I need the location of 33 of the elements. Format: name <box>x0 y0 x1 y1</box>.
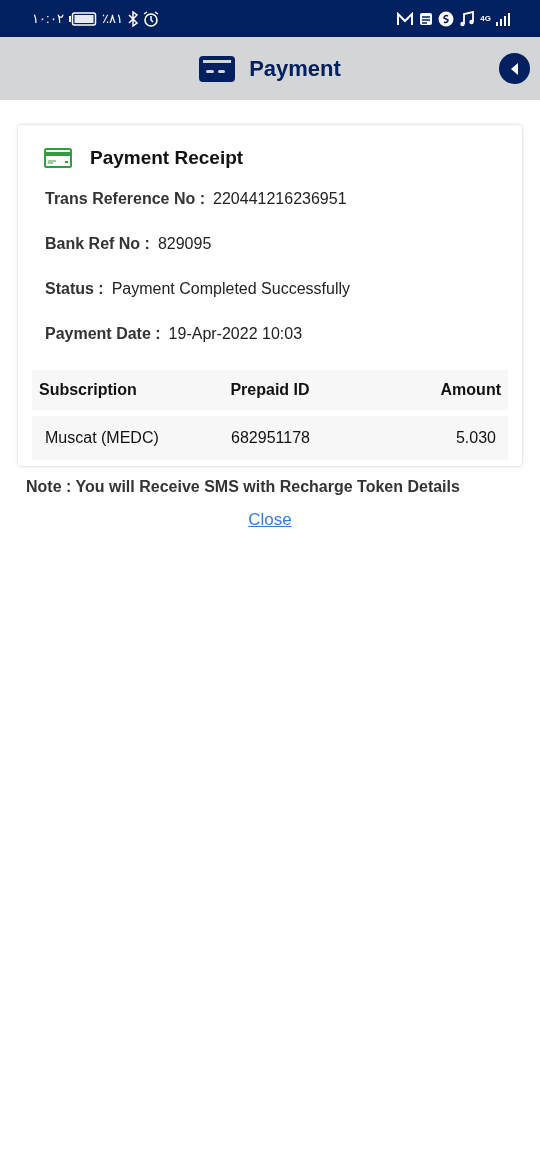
music-note-icon <box>459 10 476 27</box>
table-cell: Muscat (MEDC) <box>45 429 159 447</box>
message-icon <box>419 11 434 26</box>
field-value: 829095 <box>157 235 212 253</box>
field-value: 220441216236951 <box>213 190 347 208</box>
field-value: 19-Apr-2022 10:03 <box>168 325 303 343</box>
table-cell: 5.030 <box>455 429 496 447</box>
column-header: Prepaid ID <box>230 381 310 399</box>
credit-card-icon <box>199 55 236 82</box>
column-header: Subscription <box>39 381 137 399</box>
back-button[interactable] <box>499 53 530 84</box>
mail-icon <box>396 11 415 26</box>
clock-time: ١٠:٠٢ <box>32 11 64 26</box>
table-cell: 682951178 <box>231 429 310 447</box>
field-label: Status : <box>45 280 104 298</box>
receipt-title: Payment Receipt <box>90 147 244 169</box>
field-value: Payment Completed Successfully <box>111 280 350 298</box>
credit-card-icon <box>44 148 72 168</box>
page-title: Payment <box>249 55 341 82</box>
bluetooth-icon <box>127 10 138 27</box>
field-label: Trans Reference No : <box>45 190 206 208</box>
column-header: Amount <box>440 381 501 399</box>
signal-icon <box>496 11 510 26</box>
network-type: 4G <box>480 14 491 23</box>
battery-level: ٪٨١ <box>101 11 123 26</box>
battery-icon <box>68 11 97 26</box>
alarm-clock-icon <box>142 10 159 27</box>
note-text: Note : You will Receive SMS with Recharge Token Details <box>25 477 461 496</box>
field-label: Payment Date : <box>45 325 161 343</box>
circle-s-icon <box>438 10 455 27</box>
field-label: Bank Ref No : <box>45 235 150 253</box>
back-arrow-icon <box>510 62 519 75</box>
close-link[interactable]: Close <box>248 510 292 530</box>
